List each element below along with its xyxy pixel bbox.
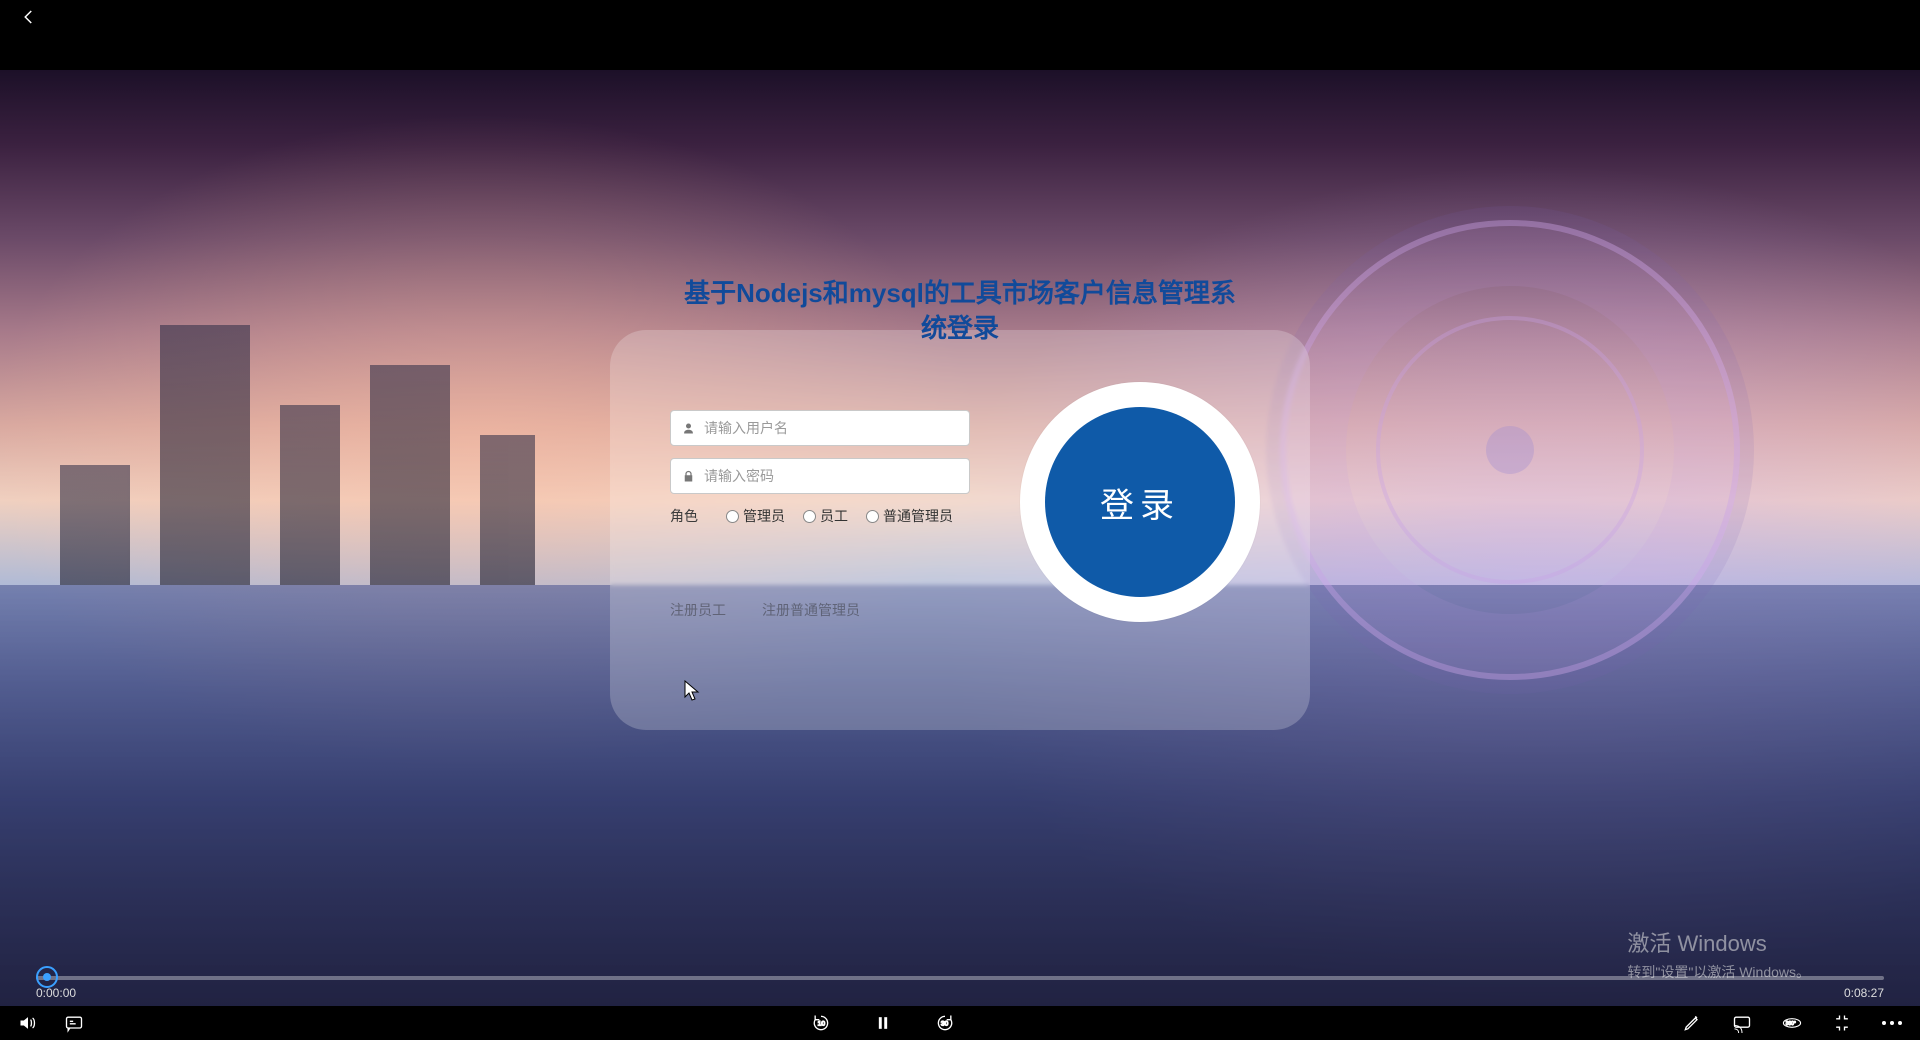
radio-icon: [866, 510, 879, 523]
cursor-icon: [684, 680, 702, 702]
login-card: 角色 管理员 员工 普通管理员 注册员工: [610, 330, 1310, 730]
seek-track[interactable]: [36, 976, 1884, 980]
vr-360-label: 360°: [1786, 1021, 1796, 1027]
viewport: 基于Nodejs和mysql的工具市场客户信息管理系统登录 角色 管理员: [0, 70, 1920, 1006]
lock-icon: [681, 469, 696, 484]
ferris-wheel-decor: [1280, 220, 1740, 680]
role-radio-admin-label: 管理员: [743, 506, 785, 526]
watermark-line1: 激活 Windows: [1627, 926, 1810, 958]
edit-icon[interactable]: [1682, 1013, 1702, 1033]
page-title: 基于Nodejs和mysql的工具市场客户信息管理系统登录: [680, 276, 1240, 346]
current-time: 0:00:00: [36, 986, 76, 1000]
cast-icon[interactable]: [1732, 1013, 1752, 1033]
role-radio-normal-admin[interactable]: 普通管理员: [866, 506, 953, 526]
exit-fullscreen-icon[interactable]: [1832, 1013, 1852, 1033]
video-stage: 基于Nodejs和mysql的工具市场客户信息管理系统登录 角色 管理员: [0, 34, 1920, 1006]
total-time: 0:08:27: [1844, 986, 1884, 1000]
username-field-wrap: [670, 410, 970, 446]
role-radio-staff-label: 员工: [820, 506, 848, 526]
titlebar: [0, 0, 1920, 34]
login-form: 角色 管理员 员工 普通管理员 注册员工: [670, 410, 970, 620]
username-input[interactable]: [704, 420, 959, 436]
skip-fwd-seconds: 30: [941, 1021, 949, 1028]
skip-back-button[interactable]: 10: [811, 1013, 831, 1033]
player-controls: 10 30 360°: [0, 1006, 1920, 1040]
skip-back-seconds: 10: [818, 1021, 826, 1028]
password-input[interactable]: [704, 468, 959, 484]
vr-360-icon[interactable]: 360°: [1782, 1013, 1802, 1033]
subtitles-icon[interactable]: [64, 1013, 84, 1033]
user-icon: [681, 421, 696, 436]
login-button[interactable]: 登录: [1045, 407, 1235, 597]
role-radio-normal-admin-label: 普通管理员: [883, 506, 953, 526]
role-radio-admin[interactable]: 管理员: [726, 506, 785, 526]
password-field-wrap: [670, 458, 970, 494]
register-links: 注册员工 注册普通管理员: [670, 600, 970, 620]
radio-icon: [726, 510, 739, 523]
role-row: 角色 管理员 员工 普通管理员: [670, 506, 970, 526]
role-radio-staff[interactable]: 员工: [803, 506, 848, 526]
volume-icon[interactable]: [18, 1013, 38, 1033]
register-normal-admin-link[interactable]: 注册普通管理员: [762, 600, 860, 620]
register-staff-link[interactable]: 注册员工: [670, 600, 726, 620]
seek-bar[interactable]: 0:00:00 0:08:27: [14, 970, 1906, 1000]
back-arrow-icon[interactable]: [20, 8, 38, 26]
more-options-button[interactable]: [1882, 1021, 1902, 1025]
radio-icon: [803, 510, 816, 523]
skip-forward-button[interactable]: 30: [935, 1013, 955, 1033]
login-button-outer: 登录: [1020, 382, 1260, 622]
seek-knob[interactable]: [36, 966, 58, 988]
role-label: 角色: [670, 506, 700, 526]
pause-button[interactable]: [873, 1013, 893, 1033]
